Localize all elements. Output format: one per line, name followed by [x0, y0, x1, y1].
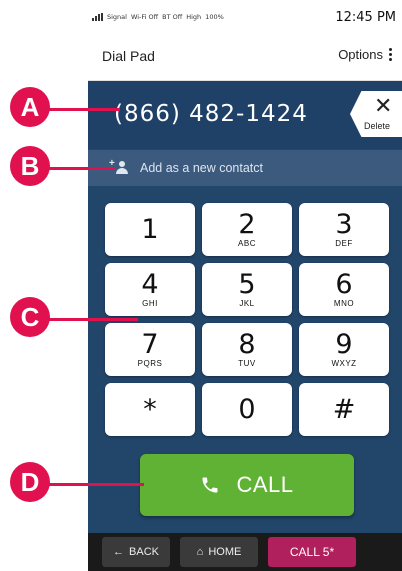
key-2[interactable]: 2 ABC — [202, 203, 292, 256]
app-bar: Dial Pad Options — [88, 34, 402, 81]
key-digit: 5 — [238, 269, 256, 300]
dialed-number: (866) 482-1424 — [114, 101, 308, 127]
key-0[interactable]: 0 — [202, 383, 292, 436]
callout-c-connector — [44, 318, 138, 321]
phone-icon — [202, 477, 218, 493]
options-label: Options — [338, 47, 383, 62]
callout-b: B — [10, 146, 50, 186]
keypad: 1 2 ABC 3 DEF 4 GHI 5 JKL 6 MNO 7 PQRS 8 TUV 9W… — [105, 203, 389, 436]
home-icon: ⌂ — [196, 546, 204, 558]
home-label: HOME — [208, 546, 242, 558]
key-digit: 1 — [141, 214, 159, 245]
key-digit: 0 — [238, 394, 256, 425]
key-letters: WXYZ — [331, 359, 357, 368]
clock: 12:45 PM — [335, 9, 396, 25]
key-6[interactable]: 6 MNO — [299, 263, 389, 316]
kebab-menu-icon — [389, 48, 392, 61]
bluetooth-status: BT Off — [162, 13, 183, 21]
signal-label: Signal — [107, 13, 127, 21]
call5-label: CALL 5* — [289, 545, 335, 559]
key-letters: DEF — [335, 239, 353, 248]
key-digit: 2 — [238, 209, 256, 240]
key-digit: 7 — [141, 329, 159, 360]
key-digit: # — [332, 394, 356, 425]
key-star[interactable]: * — [105, 383, 195, 436]
key-digit: * — [143, 394, 157, 425]
wifi-status: Wi-Fi Off — [130, 13, 159, 21]
key-4[interactable]: 4 GHI — [105, 263, 195, 316]
home-button[interactable]: ⌂ HOME — [180, 537, 258, 567]
key-letters: MNO — [333, 299, 355, 308]
bottom-nav: ← BACK ⌂ HOME CALL 5* — [88, 533, 402, 571]
number-display: (866) 482-1424 ✕ Delete — [88, 81, 402, 149]
signal-bars-icon — [92, 13, 103, 21]
key-digit: 9 — [335, 329, 353, 360]
battery-status: 100% — [205, 13, 224, 21]
key-1[interactable]: 1 — [105, 203, 195, 256]
callout-b-connector — [44, 167, 116, 170]
delete-button[interactable]: ✕ Delete — [350, 91, 402, 137]
volume-status: High — [186, 13, 202, 21]
add-contact-label: Add as a new contatct — [140, 161, 263, 175]
key-letters: PQRS — [137, 359, 163, 368]
key-5[interactable]: 5 JKL — [202, 263, 292, 316]
call-label: CALL — [236, 472, 294, 497]
back-label: BACK — [129, 546, 159, 558]
callout-a-connector — [44, 108, 120, 111]
key-3[interactable]: 3 DEF — [299, 203, 389, 256]
key-letters: JKL — [239, 299, 255, 308]
arrow-left-icon: ← — [113, 546, 125, 558]
page-title: Dial Pad — [102, 48, 155, 64]
callout-d-connector — [44, 483, 144, 486]
key-7[interactable]: 7 PQRS — [105, 323, 195, 376]
back-button[interactable]: ← BACK — [102, 537, 170, 567]
key-8[interactable]: 8 TUV — [202, 323, 292, 376]
close-icon: ✕ — [374, 93, 393, 118]
key-letters: GHI — [142, 299, 158, 308]
callout-c: C — [10, 297, 50, 337]
status-bar: Signal Wi-Fi Off BT Off High 100% 12:45 … — [88, 0, 402, 34]
call-5-star-button[interactable]: CALL 5* — [268, 537, 356, 567]
add-contact-button[interactable]: + Add as a new contatct — [88, 150, 402, 186]
key-9[interactable]: 9 WXYZ — [299, 323, 389, 376]
key-letters: ABC — [238, 239, 256, 248]
key-letters: TUV — [238, 359, 256, 368]
callout-a: A — [10, 87, 50, 127]
key-digit: 6 — [335, 269, 353, 300]
callout-d: D — [10, 462, 50, 502]
delete-label: Delete — [364, 121, 391, 131]
key-digit: 3 — [335, 209, 353, 240]
key-digit: 8 — [238, 329, 256, 360]
options-menu-button[interactable]: Options — [338, 47, 392, 62]
key-hash[interactable]: # — [299, 383, 389, 436]
key-digit: 4 — [141, 269, 159, 300]
call-button[interactable]: CALL — [140, 454, 354, 516]
